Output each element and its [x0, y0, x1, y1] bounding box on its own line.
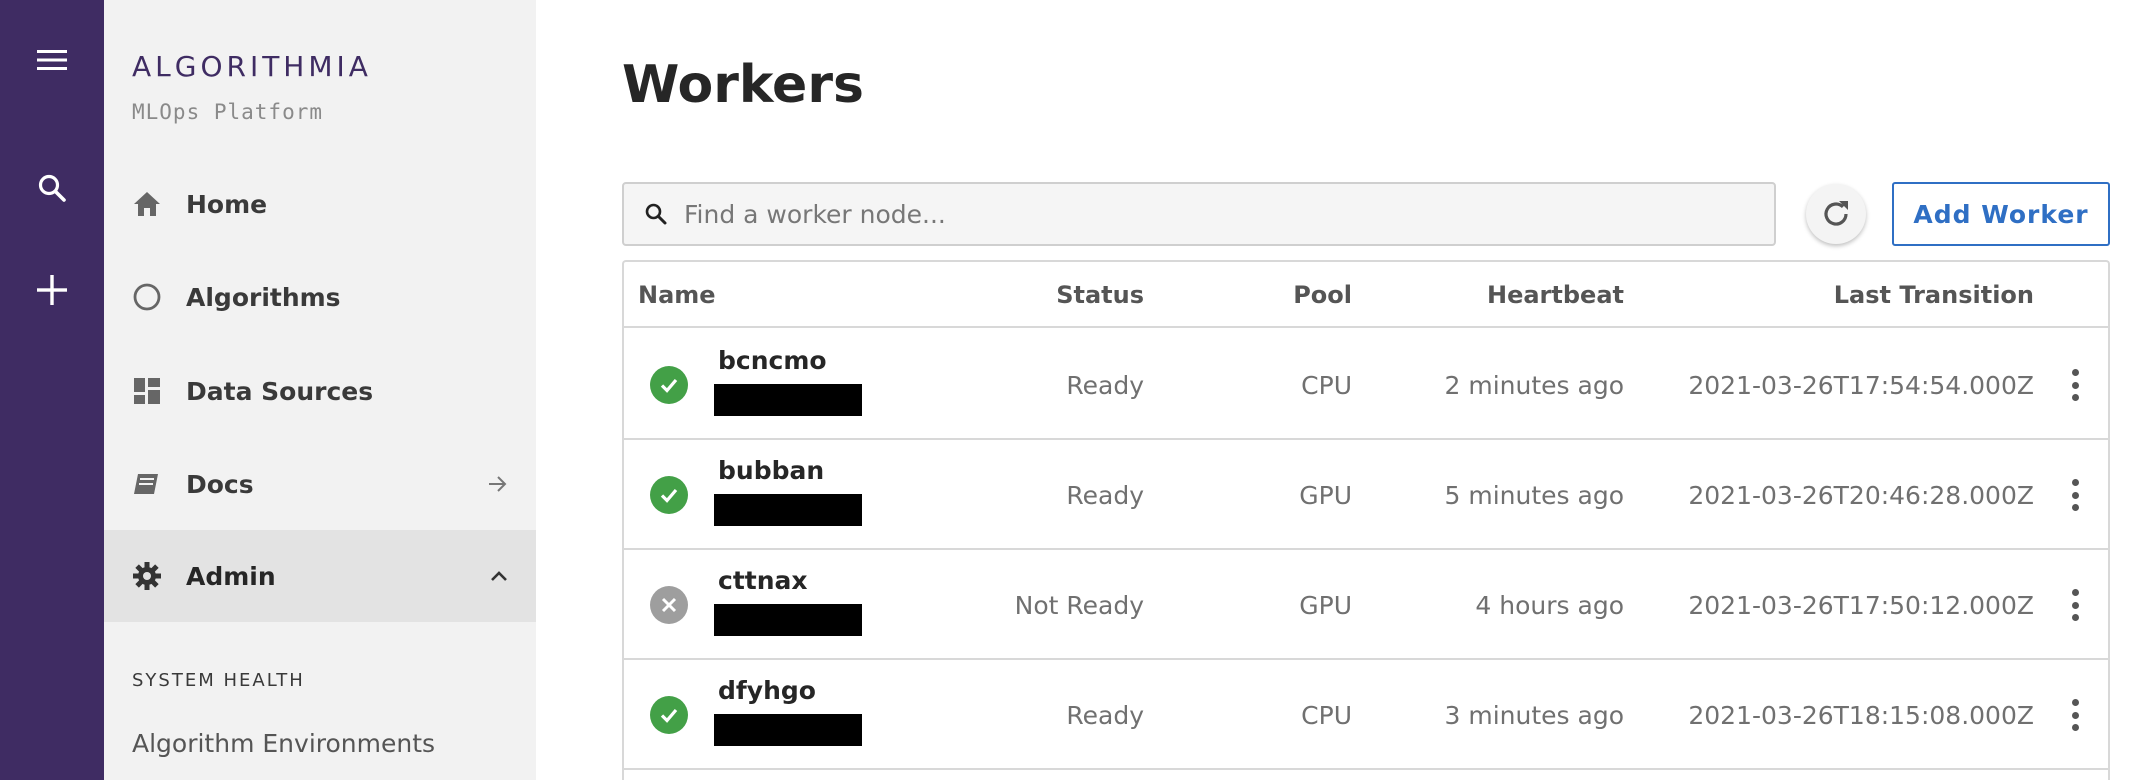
- sidebar-item-label: Home: [186, 189, 268, 219]
- sidebar-item-label: Data Sources: [186, 376, 374, 406]
- plus-icon[interactable]: [0, 260, 104, 320]
- brand-logo[interactable]: ALGORITHMIA: [132, 50, 372, 83]
- sidebar-item-admin[interactable]: Admin: [104, 530, 536, 622]
- worker-status: Ready: [1066, 700, 1144, 730]
- more-options-icon[interactable]: [2062, 585, 2088, 625]
- worker-name[interactable]: cttnax: [718, 566, 808, 595]
- left-rail: [0, 0, 104, 780]
- chevron-up-icon[interactable]: [490, 570, 508, 582]
- sidebar-item-label: Docs: [186, 469, 254, 499]
- hamburger-menu-icon[interactable]: [0, 30, 104, 90]
- worker-pool: GPU: [1299, 480, 1352, 510]
- brand-subtitle: MLOps Platform: [132, 100, 324, 124]
- table-row[interactable]: bubban Ready GPU 5 minutes ago 2021-03-2…: [624, 440, 2108, 550]
- worker-last-transition: 2021-03-26T18:15:08.000Z: [1688, 700, 2034, 730]
- sidebar-item-data-sources[interactable]: Data Sources: [104, 345, 536, 437]
- worker-pool: CPU: [1301, 700, 1352, 730]
- worker-status: Ready: [1066, 480, 1144, 510]
- worker-last-transition: 2021-03-26T17:54:54.000Z: [1688, 370, 2034, 400]
- worker-status: Not Ready: [1014, 590, 1144, 620]
- worker-name[interactable]: dfyhgo: [718, 676, 816, 705]
- sidebar: ALGORITHMIA MLOps Platform Home Algorith…: [104, 0, 536, 780]
- search-input[interactable]: [684, 199, 1744, 229]
- worker-heartbeat: 3 minutes ago: [1444, 700, 1624, 730]
- worker-pool: CPU: [1301, 370, 1352, 400]
- worker-status: Ready: [1066, 370, 1144, 400]
- circle-icon: [130, 280, 164, 314]
- column-header-heartbeat[interactable]: Heartbeat: [1384, 262, 1624, 328]
- section-heading-system-health: SYSTEM HEALTH: [132, 670, 305, 691]
- page-title: Workers: [622, 55, 864, 115]
- cancel-circle-icon: [650, 586, 688, 624]
- add-worker-button[interactable]: Add Worker: [1892, 182, 2110, 246]
- book-icon: [130, 467, 164, 501]
- sidebar-item-label: Admin: [186, 561, 276, 591]
- gear-icon: [130, 559, 164, 593]
- search-icon: [642, 200, 670, 228]
- column-header-name[interactable]: Name: [638, 262, 716, 328]
- table-row[interactable]: bcncmo Ready CPU 2 minutes ago 2021-03-2…: [624, 330, 2108, 440]
- worker-name[interactable]: bcncmo: [718, 346, 827, 375]
- refresh-icon: [1824, 201, 1848, 226]
- search-field[interactable]: [622, 182, 1776, 246]
- worker-heartbeat: 4 hours ago: [1475, 590, 1624, 620]
- worker-name[interactable]: bubban: [718, 456, 824, 485]
- column-header-pool[interactable]: Pool: [1204, 262, 1352, 328]
- sidebar-item-home[interactable]: Home: [104, 158, 536, 250]
- worker-heartbeat: 5 minutes ago: [1444, 480, 1624, 510]
- dashboard-icon: [130, 374, 164, 408]
- search-icon[interactable]: [0, 158, 104, 218]
- column-header-last-transition[interactable]: Last Transition: [1654, 262, 2034, 328]
- column-header-status[interactable]: Status: [964, 262, 1144, 328]
- sidebar-link-algorithm-environments[interactable]: Algorithm Environments: [132, 729, 435, 758]
- worker-pool: GPU: [1299, 590, 1352, 620]
- table-header: Name Status Pool Heartbeat Last Transiti…: [624, 262, 2108, 328]
- home-icon: [130, 187, 164, 221]
- workers-table: Name Status Pool Heartbeat Last Transiti…: [622, 260, 2110, 780]
- main-content: Workers Add Worker Name Status Pool Hear…: [536, 0, 2142, 780]
- table-row[interactable]: cttnax Not Ready GPU 4 hours ago 2021-03…: [624, 550, 2108, 660]
- worker-last-transition: 2021-03-26T17:50:12.000Z: [1688, 590, 2034, 620]
- sidebar-item-docs[interactable]: Docs: [104, 438, 536, 530]
- check-circle-icon: [650, 696, 688, 734]
- table-row[interactable]: dfyhgo Ready CPU 3 minutes ago 2021-03-2…: [624, 660, 2108, 770]
- sidebar-item-algorithms[interactable]: Algorithms: [104, 251, 536, 343]
- sidebar-item-label: Algorithms: [186, 282, 341, 312]
- check-circle-icon: [650, 366, 688, 404]
- redacted-block: [714, 604, 862, 636]
- worker-last-transition: 2021-03-26T20:46:28.000Z: [1688, 480, 2034, 510]
- redacted-block: [714, 384, 862, 416]
- redacted-block: [714, 494, 862, 526]
- check-circle-icon: [650, 476, 688, 514]
- more-options-icon[interactable]: [2062, 475, 2088, 515]
- arrow-right-icon: [488, 475, 508, 493]
- more-options-icon[interactable]: [2062, 365, 2088, 405]
- more-options-icon[interactable]: [2062, 695, 2088, 735]
- worker-heartbeat: 2 minutes ago: [1444, 370, 1624, 400]
- redacted-block: [714, 714, 862, 746]
- refresh-button[interactable]: [1806, 184, 1866, 244]
